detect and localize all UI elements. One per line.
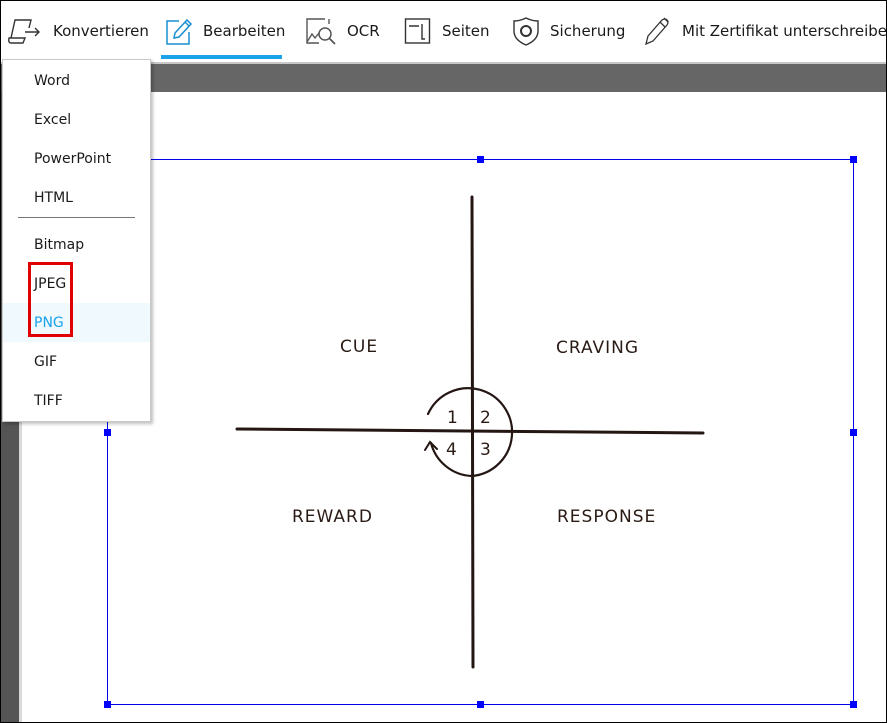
menu-item-word[interactable]: Word [3,61,150,100]
toolbar-bearbeiten-label: Bearbeiten [203,22,286,40]
app-window: Konvertieren Bearbeiten OCR Seiten Siche… [0,0,887,723]
toolbar-bearbeiten[interactable]: Bearbeiten [165,13,285,49]
resize-handle-bottom-left[interactable] [104,701,111,708]
image-selection-box[interactable] [107,159,854,705]
menu-item-word-label: Word [34,72,70,89]
menu-item-excel-label: Excel [34,111,72,128]
menu-item-tiff-label: TIFF [34,392,63,409]
resize-handle-right[interactable] [850,429,857,436]
edit-pencil-icon [165,16,193,46]
toolbar-sicherung-label: Sicherung [550,22,626,40]
resize-handle-bottom-right[interactable] [850,701,857,708]
resize-handle-top[interactable] [477,156,484,163]
toolbar-sicherung[interactable]: Sicherung [512,13,625,49]
toolbar-konvertieren[interactable]: Konvertieren [7,13,149,49]
toolbar-ocr[interactable]: OCR [305,13,380,49]
convert-icon [7,16,43,46]
menu-item-powerpoint-label: PowerPoint [34,150,112,167]
toolbar-zertifikat[interactable]: Mit Zertifikat unterschreiben [644,13,887,49]
convert-dropdown-menu: Word Excel PowerPoint HTML Bitmap JPEG P… [2,59,151,422]
resize-handle-bottom[interactable] [477,701,484,708]
menu-item-bitmap-label: Bitmap [34,236,85,253]
highlight-annotation-box [28,262,73,337]
menu-item-excel[interactable]: Excel [3,100,150,139]
menu-item-bitmap[interactable]: Bitmap [3,225,150,264]
resize-handle-top-right[interactable] [850,156,857,163]
toolbar-zertifikat-label: Mit Zertifikat unterschreiben [682,22,887,40]
resize-handle-left[interactable] [104,429,111,436]
menu-item-tiff[interactable]: TIFF [3,381,150,420]
menu-item-html[interactable]: HTML [3,178,150,217]
menu-separator [18,217,135,218]
toolbar-ocr-label: OCR [347,22,380,40]
toolbar-konvertieren-label: Konvertieren [53,22,149,40]
main-toolbar: Konvertieren Bearbeiten OCR Seiten Siche… [1,1,886,64]
toolbar-seiten-label: Seiten [442,22,490,40]
menu-item-png[interactable]: PNG [3,303,150,342]
menu-item-gif[interactable]: GIF [3,342,150,381]
menu-item-gif-label: GIF [34,353,58,370]
toolbar-seiten[interactable]: Seiten [404,13,490,49]
pages-icon [404,16,432,46]
pen-sign-icon [644,16,672,46]
ocr-image-search-icon [305,16,337,46]
menu-item-html-label: HTML [34,189,73,206]
menu-item-powerpoint[interactable]: PowerPoint [3,139,150,178]
active-tab-indicator [161,55,282,59]
shield-icon [512,16,540,46]
menu-item-jpeg[interactable]: JPEG [3,264,150,303]
